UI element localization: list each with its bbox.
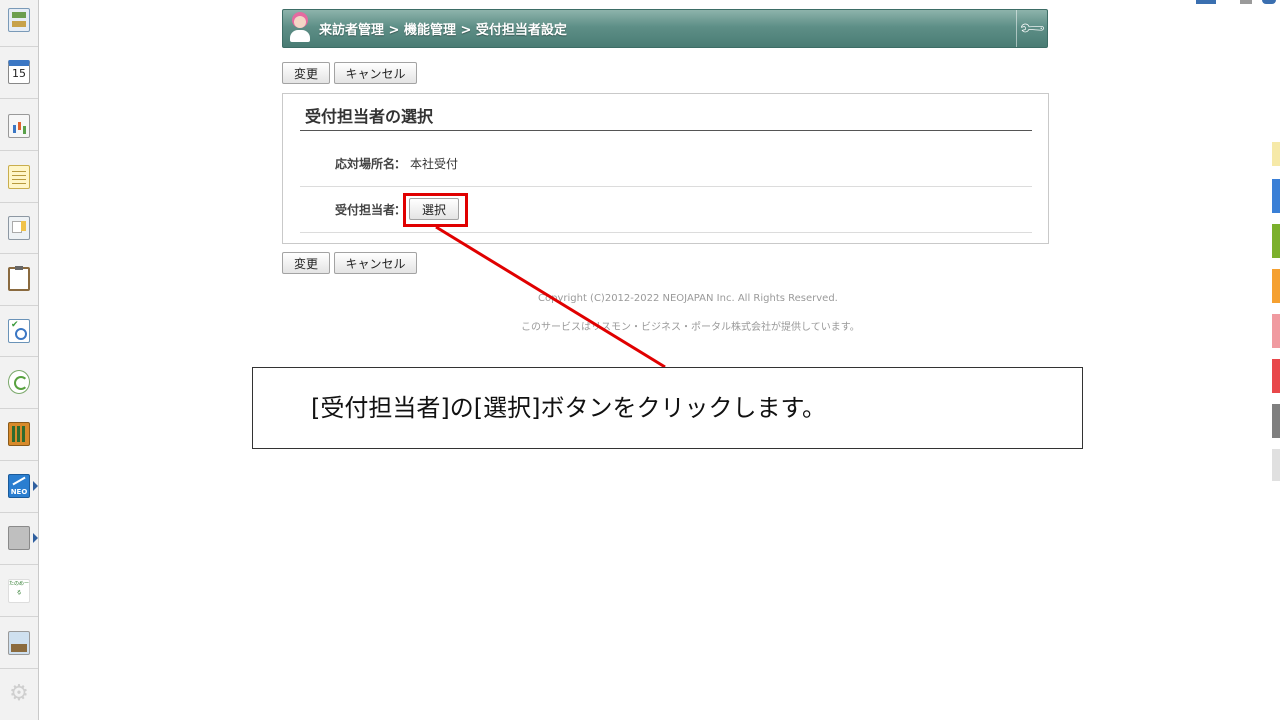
- instruction-callout: [受付担当者]の[選択]ボタンをクリックします。: [252, 367, 1083, 449]
- select-button-highlight: [403, 193, 468, 227]
- callout-pointer-line: [435, 225, 666, 369]
- instruction-text: [受付担当者]の[選択]ボタンをクリックします。: [311, 394, 827, 422]
